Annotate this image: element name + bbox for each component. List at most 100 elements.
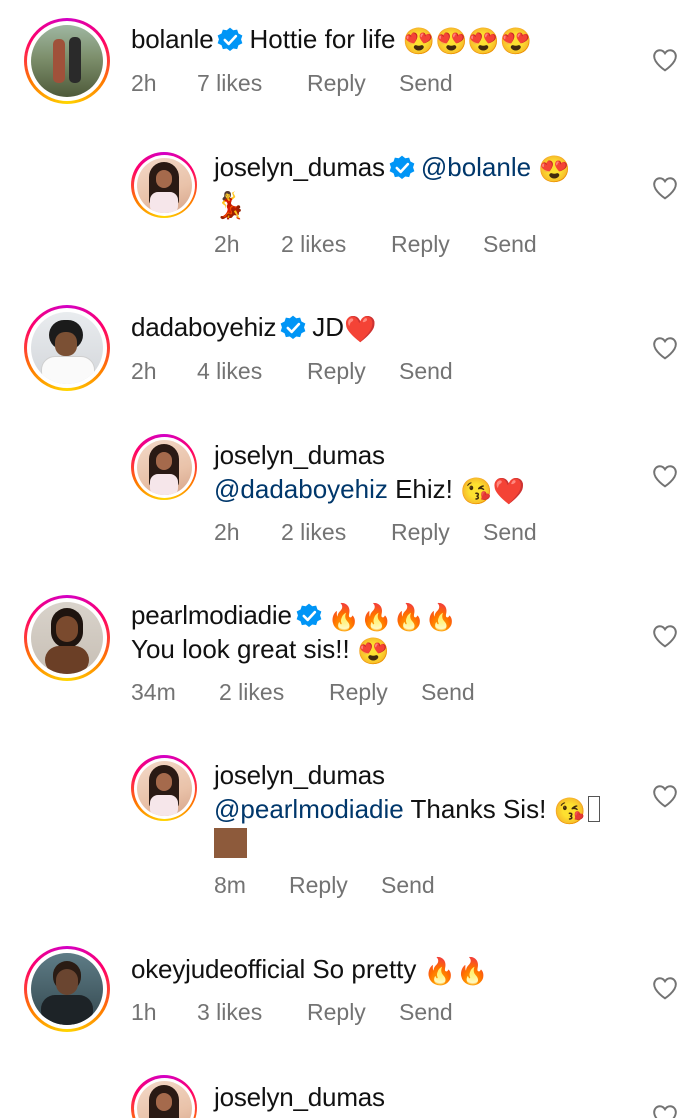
comment-line: pearlmodiadie 🔥🔥🔥🔥 [131, 598, 457, 634]
avatar[interactable] [131, 434, 197, 500]
comment-meta: 2h 2 likes Reply Send [214, 517, 537, 547]
comment-time: 8m [214, 872, 246, 898]
comment-username[interactable]: bolanle [131, 24, 214, 54]
heart-outline-icon[interactable] [652, 624, 678, 648]
comment-meta: 2h 4 likes Reply Send [131, 356, 453, 386]
comment-time: 2h [131, 70, 157, 96]
reply-button[interactable]: Reply [307, 356, 399, 386]
comment-likes[interactable]: 4 likes [197, 356, 307, 386]
comment-emoji: 😍😍😍😍 [402, 26, 533, 56]
comment-emoji: 😘 [553, 796, 586, 826]
comment-emoji: 😍 [356, 636, 390, 666]
reply-button[interactable]: Reply [307, 68, 399, 98]
heart-outline-icon[interactable] [652, 336, 678, 360]
send-button[interactable]: Send [381, 870, 435, 900]
comment-line: You look great sis!! 😍 [131, 632, 389, 668]
avatar[interactable] [131, 1075, 197, 1118]
comment-line: 💃 [214, 186, 246, 222]
comment-time: 2h [131, 358, 157, 384]
comment-text: JD [312, 312, 345, 342]
comment-text: So pretty [312, 954, 417, 984]
comment-username[interactable]: dadaboyehiz [131, 312, 276, 342]
comment-meta: 34m 2 likes Reply Send [131, 677, 475, 707]
heart-outline-icon[interactable] [652, 1104, 678, 1118]
comment-item: joselyn_dumas @pearlmodiadie Thanks Sis!… [0, 730, 685, 915]
comment-meta: 8m Reply Send [214, 870, 435, 900]
comment-text: Thanks Sis! [410, 794, 547, 824]
heart-outline-icon[interactable] [652, 464, 678, 488]
comment-meta: 2h 2 likes Reply Send [214, 229, 537, 259]
send-button[interactable]: Send [483, 229, 537, 259]
verified-badge-icon [389, 155, 415, 180]
comment-likes[interactable]: 7 likes [197, 68, 307, 98]
comment-text: Ehiz! [395, 474, 453, 504]
comment-mention[interactable]: @dadaboyehiz [214, 474, 388, 504]
avatar[interactable] [24, 595, 110, 681]
comment-mention[interactable]: @bolanle [421, 152, 531, 182]
avatar[interactable] [131, 152, 197, 218]
comment-item: joselyn_dumas @dadaboyehiz Ehiz! 😘❤️ 2h 2… [0, 420, 685, 570]
comment-mention[interactable]: @pearlmodiadie [214, 794, 404, 824]
verified-badge-icon [218, 27, 243, 52]
comment-item: joselyn_dumas [0, 1060, 685, 1118]
comment-likes[interactable]: 2 likes [281, 229, 391, 259]
heart-outline-icon[interactable] [652, 976, 678, 1000]
comment-item: okeyjudeofficial So pretty 🔥🔥 1h 3 likes R… [0, 940, 685, 1050]
comment-line: joselyn_dumas @bolanle 😍 [214, 150, 571, 186]
comment-emoji: 💃 [214, 190, 247, 220]
avatar[interactable] [24, 18, 110, 104]
verified-badge-icon [280, 315, 306, 340]
verified-badge-icon [296, 603, 322, 628]
comment-line: joselyn_dumas [214, 758, 385, 792]
comment-time: 34m [131, 679, 176, 705]
comment-line: dadaboyehiz JD❤️ [131, 310, 376, 346]
comment-meta: 2h 7 likes Reply Send [131, 68, 453, 98]
avatar[interactable] [131, 755, 197, 821]
comment-item: joselyn_dumas @bolanle 😍 💃 2h 2 likes Reply… [0, 130, 685, 280]
comment-time: 2h [214, 519, 240, 545]
reply-button[interactable]: Reply [391, 229, 483, 259]
comment-line: @pearlmodiadie Thanks Sis! 😘 [214, 792, 600, 828]
comment-likes[interactable]: 3 likes [197, 997, 307, 1027]
avatar[interactable] [24, 946, 110, 1032]
comment-time: 1h [131, 999, 157, 1025]
comment-username[interactable]: joselyn_dumas [214, 1082, 385, 1112]
comment-line: joselyn_dumas [214, 1080, 385, 1114]
comment-item: dadaboyehiz JD❤️ 2h 4 likes Reply Send [0, 300, 685, 410]
send-button[interactable]: Send [483, 517, 537, 547]
comment-meta: 1h 3 likes Reply Send [131, 997, 453, 1027]
reply-button[interactable]: Reply [289, 870, 381, 900]
comment-likes[interactable]: 2 likes [281, 517, 391, 547]
heart-outline-icon[interactable] [652, 48, 678, 72]
send-button[interactable]: Send [421, 677, 475, 707]
avatar[interactable] [24, 305, 110, 391]
comment-username[interactable]: joselyn_dumas [214, 152, 385, 182]
comment-emoji: 🔥🔥 [423, 956, 489, 986]
reply-button[interactable]: Reply [391, 517, 483, 547]
send-button[interactable]: Send [399, 997, 453, 1027]
send-button[interactable]: Send [399, 356, 453, 386]
missing-glyph-icon [587, 796, 600, 822]
comment-likes[interactable]: 2 likes [219, 677, 329, 707]
heart-outline-icon[interactable] [652, 784, 678, 808]
comment-line: bolanle Hottie for life 😍😍😍😍 [131, 22, 532, 58]
skin-tone-swatch [214, 828, 247, 858]
comment-text: You look great sis!! [131, 634, 350, 664]
comment-username[interactable]: okeyjudeofficial [131, 954, 305, 984]
comment-username[interactable]: pearlmodiadie [131, 600, 292, 630]
comment-emoji: ❤️ [344, 314, 377, 344]
send-button[interactable]: Send [399, 68, 453, 98]
comment-line: okeyjudeofficial So pretty 🔥🔥 [131, 952, 488, 988]
comment-item: bolanle Hottie for life 😍😍😍😍 2h 7 likes Rep… [0, 0, 685, 120]
comment-time: 2h [214, 231, 240, 257]
comment-username[interactable]: joselyn_dumas [214, 440, 385, 470]
comment-emoji: 😘❤️ [460, 476, 525, 506]
reply-button[interactable]: Reply [307, 997, 399, 1027]
comment-line: @dadaboyehiz Ehiz! 😘❤️ [214, 472, 525, 508]
comment-line: joselyn_dumas [214, 438, 385, 472]
heart-outline-icon[interactable] [652, 176, 678, 200]
comment-item: pearlmodiadie 🔥🔥🔥🔥 You look great sis!! 😍… [0, 590, 685, 720]
reply-button[interactable]: Reply [329, 677, 421, 707]
comment-text: Hottie for life [249, 24, 396, 54]
comment-username[interactable]: joselyn_dumas [214, 760, 385, 790]
